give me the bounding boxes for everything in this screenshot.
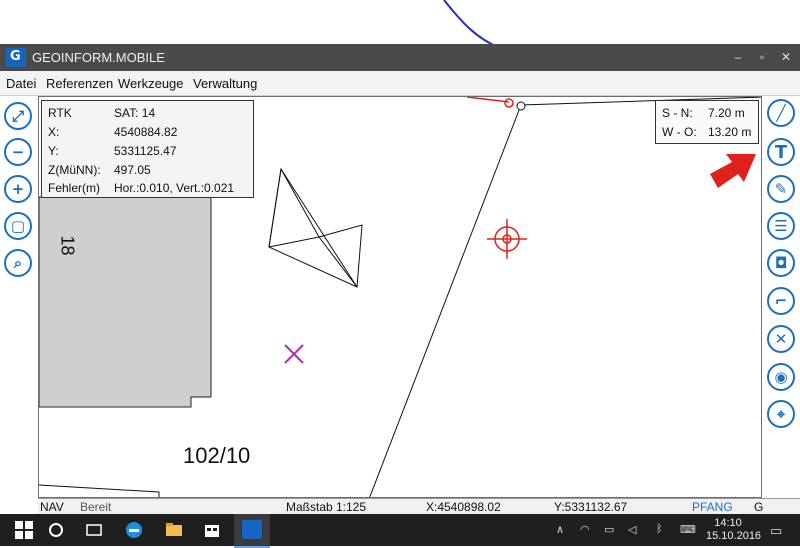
title-bar: G GEOINFORM.MOBILE – ▫ ✕ [0,44,800,71]
zoom-icon[interactable]: ⌕ [4,249,32,277]
status-ready: Bereit [80,500,112,514]
app-logo-icon [242,520,262,539]
status-nav: NAV [40,500,64,514]
taskbar: ∧ ◠ ▭ ◁ ᛒ ⌨ 14:10 15.10.2016 ▭ [0,514,800,548]
gps-info-panel: RTK SAT: 14 X: 4540884.82 Y: 5331125.47 … [41,100,254,198]
wo-label: W - O: [662,125,697,139]
zoom-out-icon[interactable]: − [4,138,32,166]
menu-bar: Datei Referenzen Werkzeuge Verwaltung [0,71,800,96]
restore-button[interactable]: ▫ [752,48,772,66]
text-icon[interactable]: T [767,138,795,166]
menu-referenzen[interactable]: Referenzen [46,76,113,91]
gps-key: X: [48,125,60,139]
edit-icon[interactable]: ✎ [767,175,795,203]
map-pin-icon[interactable]: ⌖ [767,400,795,428]
task-view-icon[interactable] [84,520,104,540]
search-circle-icon[interactable] [46,520,66,540]
status-y-coordinate: Y:5331132.67 [554,500,628,514]
app-logo-icon: G [6,48,26,67]
edge-browser-icon[interactable] [124,520,144,540]
gps-key: Y: [48,144,59,158]
menu-verwaltung[interactable]: Verwaltung [193,76,257,91]
minimize-button[interactable]: – [728,48,748,66]
window-title: GEOINFORM.MOBILE [32,50,165,65]
volume-icon[interactable]: ◁ [628,523,636,536]
clock-date: 15.10.2016 [706,530,762,542]
wo-value: 13.20 m [708,125,752,139]
house-number-label: 18 [57,235,78,256]
distance-box: S - N: 7.20 m W - O: 13.20 m [655,100,759,144]
keyboard-icon[interactable]: ⌨ [680,523,696,536]
menu-werkzeuge[interactable]: Werkzeuge [118,76,184,91]
ruler-icon[interactable]: ⌐ [767,287,795,315]
windows-start-icon[interactable] [14,520,34,540]
clock[interactable]: 14:10 15.10.2016 [706,517,762,543]
parcel-label: 102/10 [183,443,251,468]
gps-key: Fehler(m) [48,181,101,195]
scale-value: 1:125 [336,500,367,514]
camera-icon[interactable]: ◘ [767,249,795,277]
zoom-extent-icon[interactable]: ⤢ [4,102,32,130]
sn-value: 7.20 m [708,106,745,120]
store-icon[interactable] [202,520,222,540]
battery-icon[interactable]: ▭ [604,523,614,536]
red-arrow-icon [710,154,756,188]
zoom-in-icon[interactable]: + [4,175,32,203]
gps-key: RTK [48,106,72,120]
tray-chevron-icon[interactable]: ∧ [556,523,564,536]
notification-icon[interactable]: ▭ [770,523,782,539]
file-explorer-icon[interactable] [164,520,184,540]
gps-key: Z(MüNN): [48,163,101,177]
line-icon[interactable]: ╱ [767,99,795,127]
close-button[interactable]: ✕ [776,48,796,66]
target-icon[interactable]: ◉ [767,363,795,391]
list-icon[interactable]: ☰ [767,212,795,240]
clock-time: 14:10 [714,517,742,529]
snap-mode[interactable]: PFANG [692,500,733,514]
status-extra: G [754,500,764,514]
gps-value: Hor.:0.010, Vert.:0.021 [114,181,235,195]
gps-value: 5331125.47 [114,144,177,158]
left-toolbar: ⤢ − + ▢ ⌕ [0,96,36,498]
zoom-window-icon[interactable]: ▢ [4,212,32,240]
gps-value: 497.05 [114,163,151,177]
status-bar: NAV Bereit Maßstab 1:125 X:4540898.02 Y:… [38,498,800,515]
cancel-icon[interactable]: ✕ [767,325,795,353]
wifi-icon[interactable]: ◠ [580,523,590,536]
right-toolbar: ╱ T ✎ ☰ ◘ ⌐ ✕ ◉ ⌖ [764,96,800,498]
scale-label: Maßstab [286,500,333,514]
sn-label: S - N: [662,106,693,120]
gps-value: SAT: 14 [114,106,156,120]
bluetooth-icon[interactable]: ᛒ [656,523,663,535]
menu-datei[interactable]: Datei [6,76,36,91]
gps-value: 4540884.82 [114,125,178,139]
active-app-tab[interactable] [234,514,270,548]
status-x-coordinate: X:4540898.02 [426,500,501,514]
